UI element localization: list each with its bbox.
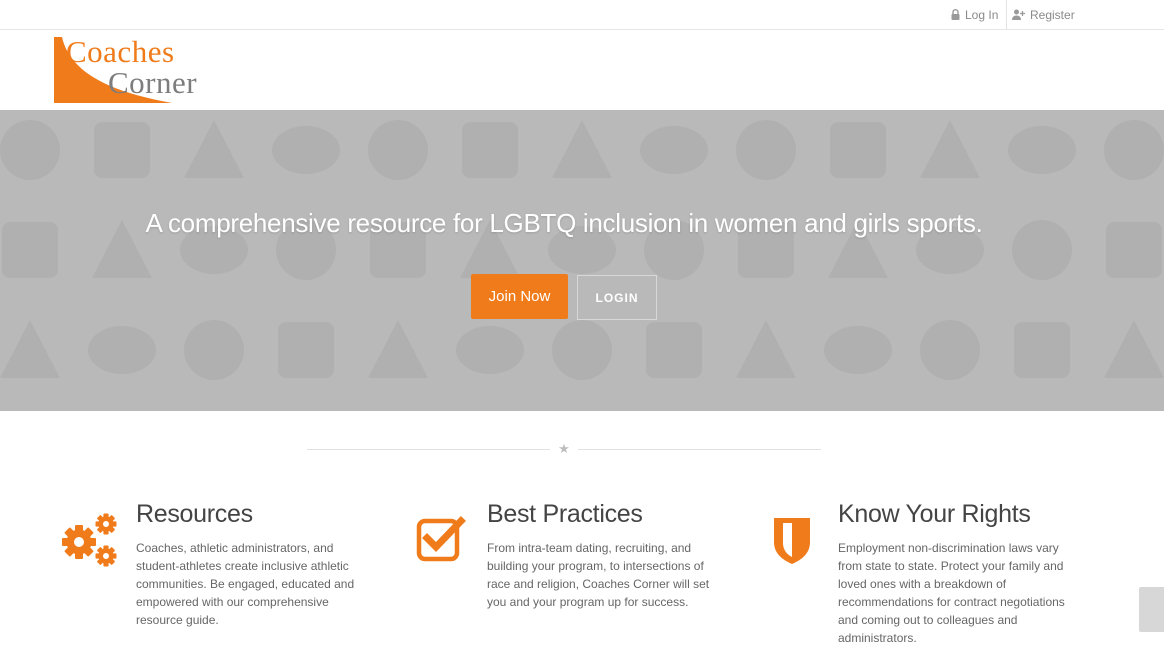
login-link[interactable]: Log In — [951, 0, 1008, 29]
feature-title: Resources — [136, 500, 253, 528]
hero-login-button[interactable]: LOGIN — [577, 275, 657, 320]
feature-title: Know Your Rights — [838, 500, 1031, 528]
divider-line-left — [307, 449, 550, 450]
logo-line-2: Corner — [108, 65, 198, 100]
hero-overlay — [0, 110, 1164, 411]
login-link-label: Log In — [965, 7, 999, 22]
join-now-button[interactable]: Join Now — [471, 274, 568, 319]
feature-description: Employment non-discrimination laws vary … — [838, 541, 1065, 645]
top-utility-bar: Log In Register — [0, 0, 1164, 30]
site-header: Coaches Corner — [0, 30, 1164, 110]
checkbox-icon — [416, 516, 466, 562]
lock-icon — [951, 9, 960, 20]
shield-icon — [774, 518, 810, 564]
register-link-label: Register — [1030, 7, 1075, 22]
user-plus-icon — [1012, 9, 1025, 20]
divider-line-right — [578, 449, 821, 450]
site-logo[interactable]: Coaches Corner — [52, 33, 237, 105]
feature-description: From intra-team dating, recruiting, and … — [487, 541, 710, 609]
feature-title: Best Practices — [487, 500, 643, 528]
logo-line-1: Coaches — [66, 34, 175, 69]
feedback-side-tab[interactable] — [1139, 587, 1164, 632]
hero-banner: A comprehensive resource for LGBTQ inclu… — [0, 110, 1164, 411]
register-link[interactable]: Register — [1012, 0, 1075, 29]
gears-icon — [62, 513, 117, 567]
feature-description: Coaches, athletic administrators, and st… — [136, 541, 355, 627]
hero-tagline: A comprehensive resource for LGBTQ inclu… — [145, 208, 983, 238]
section-divider: ★ — [307, 442, 821, 458]
star-icon: ★ — [558, 441, 570, 456]
